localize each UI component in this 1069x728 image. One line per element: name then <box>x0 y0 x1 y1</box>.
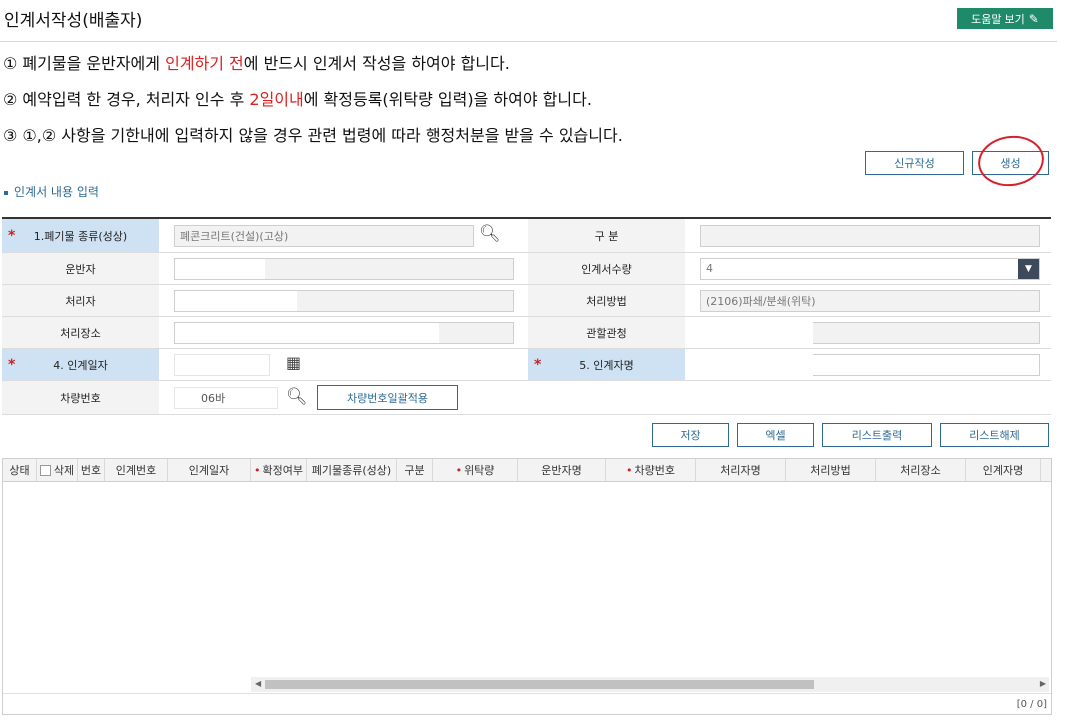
search-icon[interactable]: 🔍︎ <box>479 224 501 244</box>
vehicle-label: 차량번호 <box>2 381 159 414</box>
handover-name-label: * 5. 인계자명 <box>528 349 685 380</box>
column-header[interactable]: 운반자명 <box>518 459 606 481</box>
column-header[interactable]: 인계번호 <box>105 459 168 481</box>
form-row-waste: *1.폐기물 종류(성상) 🔍︎ 구 분 <box>2 219 1051 253</box>
help-button[interactable]: 도움말 보기 ✎ <box>957 8 1053 29</box>
column-header[interactable]: 구분 <box>397 459 433 481</box>
new-button[interactable]: 신규작성 <box>865 151 964 175</box>
required-icon: * <box>534 356 542 373</box>
carrier-label: 운반자 <box>2 253 159 284</box>
create-button[interactable]: 생성 <box>972 151 1049 175</box>
authority-label: 관할관청 <box>528 317 685 348</box>
column-header[interactable]: 처리자명 <box>696 459 786 481</box>
clear-list-button[interactable]: 리스트해제 <box>940 423 1049 447</box>
bullet-icon <box>4 190 8 195</box>
calendar-icon[interactable]: ▦ <box>286 353 301 372</box>
date-label: * 4. 인계일자 <box>2 349 159 380</box>
column-header[interactable]: 번호 <box>78 459 105 481</box>
vehicle-batch-button[interactable]: 차량번호일괄적용 <box>317 385 458 410</box>
column-header[interactable]: 상태 <box>3 459 37 481</box>
form-row-date: * 4. 인계일자 ▦ * 5. 인계자명 <box>2 349 1051 381</box>
form-row-vehicle: 차량번호 🔍︎ 차량번호일괄적용 <box>2 381 1051 415</box>
notice-1: ① 폐기물을 운반자에게 인계하기 전에 반드시 인계서 작성을 하여야 합니다… <box>3 54 510 73</box>
processor-label: 처리자 <box>2 285 159 316</box>
page-title: 인계서작성(배출자) <box>4 11 143 31</box>
required-dot-icon: • <box>626 463 633 477</box>
method-input[interactable] <box>700 290 1040 312</box>
site-label: 처리장소 <box>2 317 159 348</box>
column-header[interactable]: • 확정여부 <box>251 459 307 481</box>
method-label: 처리방법 <box>528 285 685 316</box>
title-divider <box>0 41 1057 42</box>
redaction-box <box>687 349 813 380</box>
help-label: 도움말 보기 <box>971 13 1025 26</box>
section-label: 인계서 내용 입력 <box>4 183 99 200</box>
grid-footer: [0 / 0] <box>3 693 1051 715</box>
chevron-down-icon[interactable]: ▼ <box>1018 259 1039 279</box>
form-row-carrier: 운반자 인계서수량 4 ▼ <box>2 253 1051 285</box>
form-row-processor: 처리자 처리방법 <box>2 285 1051 317</box>
form-row-site: 처리장소 관할관청 <box>2 317 1051 349</box>
pin-icon: ✎ <box>1028 11 1039 26</box>
column-header[interactable]: 인계자명 <box>966 459 1041 481</box>
column-header[interactable]: • 차량번호 <box>606 459 696 481</box>
select-all-checkbox[interactable] <box>39 464 51 476</box>
print-list-button[interactable]: 리스트출력 <box>822 423 932 447</box>
notice-2: ② 예약입력 한 경우, 처리자 인수 후 2일이내에 확정등록(위탁량 입력)… <box>3 90 592 109</box>
redaction-box <box>175 259 265 279</box>
waste-type-input[interactable] <box>174 225 474 247</box>
scroll-thumb[interactable] <box>265 680 814 689</box>
copies-label: 인계서수량 <box>528 253 685 284</box>
column-header[interactable]: 처리장소 <box>876 459 966 481</box>
scroll-left-icon[interactable]: ◀ <box>255 679 261 688</box>
horizontal-scrollbar[interactable]: ◀ ▶ <box>251 677 1049 692</box>
handover-grid: 상태 삭제 번호 인계번호 인계일자 • 확정여부 폐기물종류(성상) 구분 • 위… <box>2 458 1052 715</box>
column-header[interactable]: 인계일자 <box>168 459 251 481</box>
notice-3: ③ ①,② 사항을 기한내에 입력하지 않을 경우 관련 법령에 따라 행정처분… <box>3 126 623 145</box>
redaction-box <box>175 323 439 343</box>
pager-count: [0 / 0] <box>1016 699 1047 710</box>
waste-type-label: * 1.폐기물 종류(성상) <box>2 219 159 252</box>
required-dot-icon: • <box>254 463 261 477</box>
division-label: 구 분 <box>528 219 685 252</box>
grid-header: 상태 삭제 번호 인계번호 인계일자 • 확정여부 폐기물종류(성상) 구분 • 위… <box>3 459 1051 482</box>
handover-form: *1.폐기물 종류(성상) 🔍︎ 구 분 운반자 인계서수량 4▼ 처리자 처리… <box>2 217 1051 415</box>
column-header-delete[interactable]: 삭제 <box>37 459 78 481</box>
copies-select[interactable]: 4 ▼ <box>700 258 1040 280</box>
vehicle-input[interactable] <box>174 387 278 409</box>
column-header[interactable]: • 위탁량 <box>433 459 518 481</box>
scroll-right-icon[interactable]: ▶ <box>1040 679 1046 688</box>
column-header[interactable]: 처리방법 <box>786 459 876 481</box>
required-dot-icon: • <box>455 463 463 477</box>
date-input[interactable] <box>174 354 270 376</box>
redaction-box <box>687 319 813 347</box>
division-field[interactable] <box>700 225 1040 247</box>
save-button[interactable]: 저장 <box>652 423 729 447</box>
required-icon: * <box>8 227 16 244</box>
search-icon[interactable]: 🔍︎ <box>286 387 308 407</box>
required-icon: * <box>8 356 16 373</box>
redaction-box <box>175 291 297 311</box>
excel-button[interactable]: 엑셀 <box>737 423 814 447</box>
column-header[interactable]: 폐기물종류(성상) <box>307 459 397 481</box>
